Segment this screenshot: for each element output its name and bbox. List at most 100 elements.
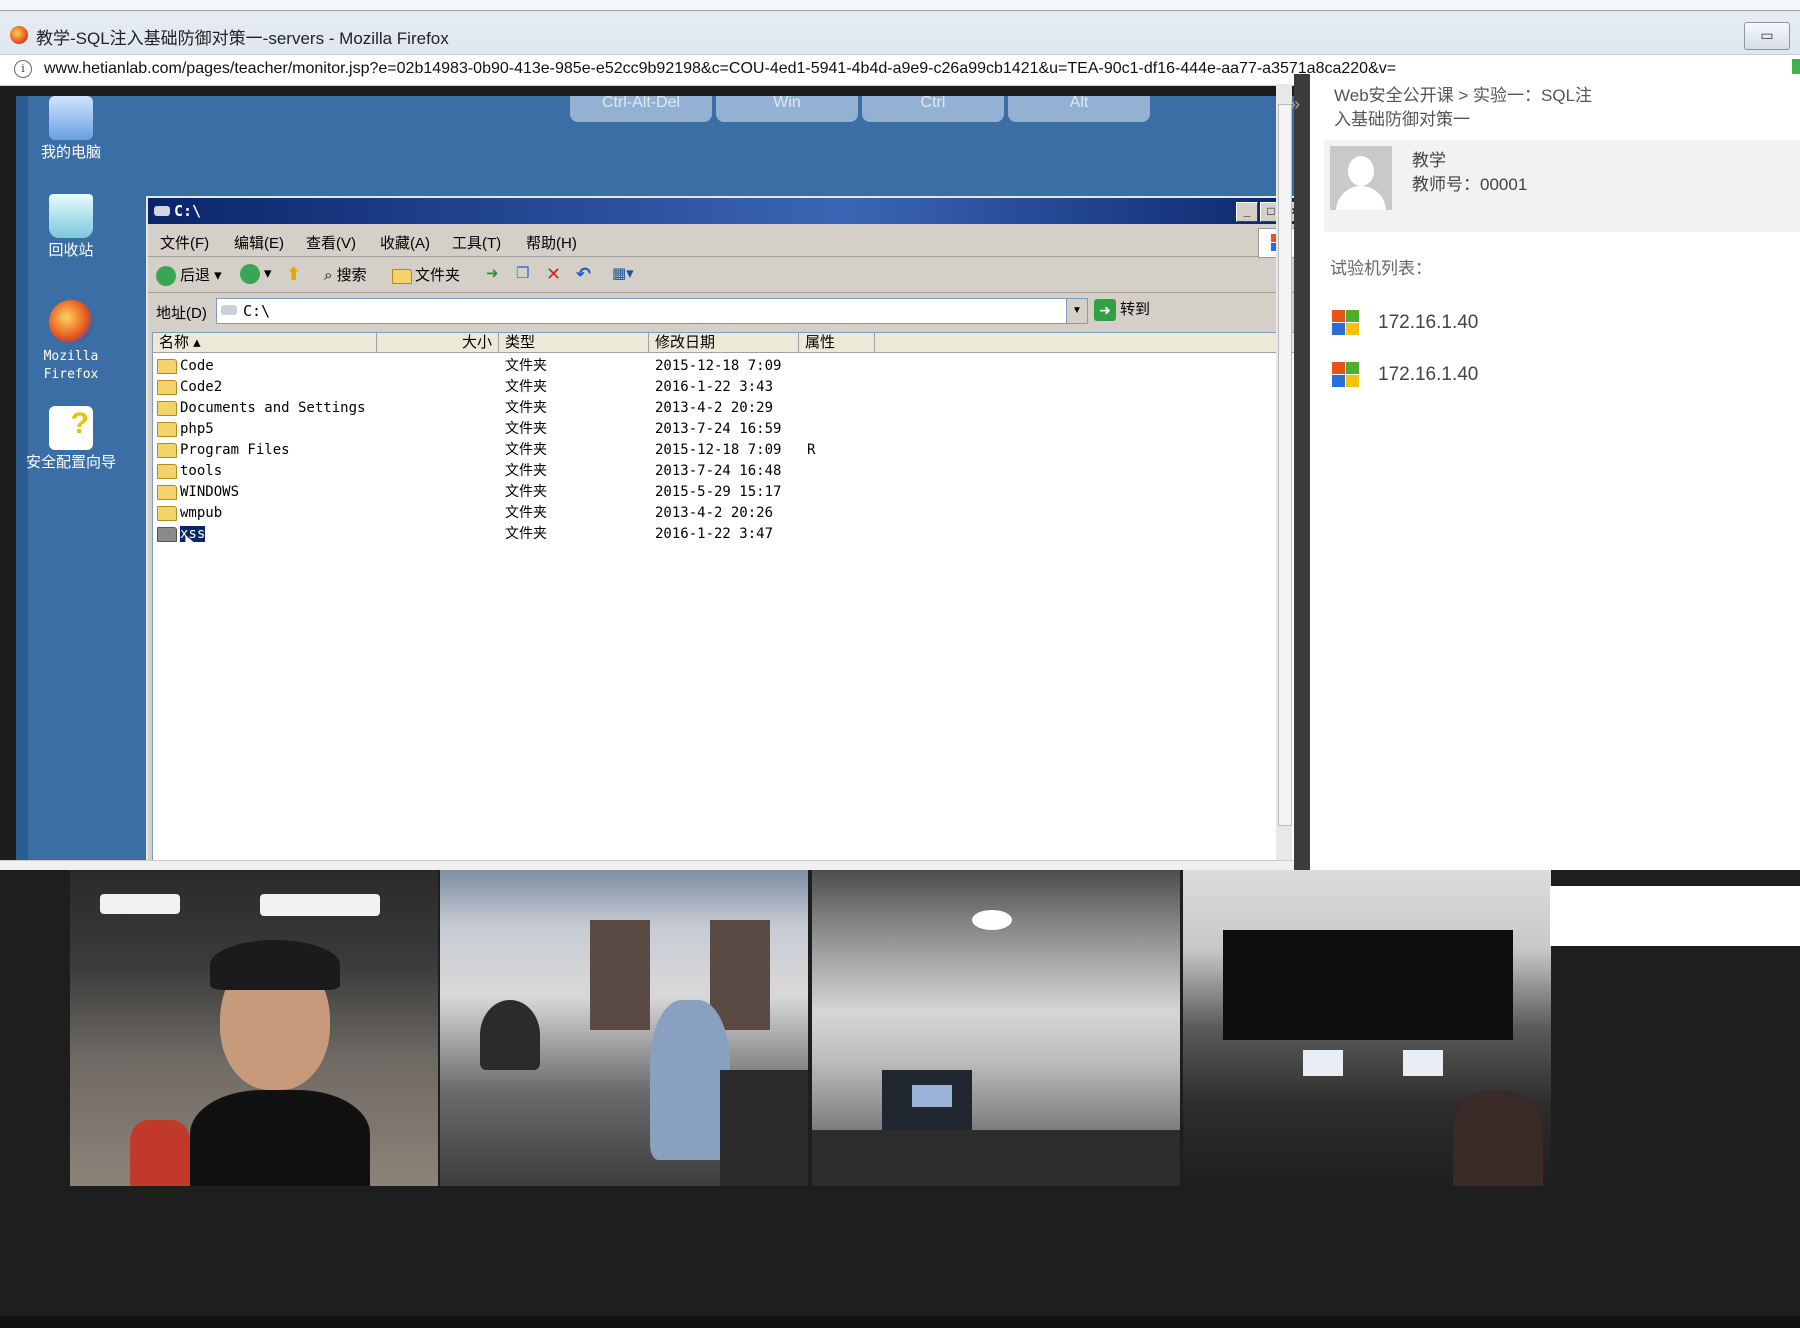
address-bar: 地址(D) C:\ ▼ ➜ 转到 (148, 294, 1310, 328)
table-row[interactable]: wmpub 文件夹 2013-4-2 20:26 (153, 502, 1303, 524)
info-icon[interactable]: i (14, 60, 32, 78)
folders-button[interactable]: 文件夹 (392, 264, 460, 285)
table-row[interactable]: Code2 文件夹 2016-1-22 3:43 (153, 376, 1303, 398)
search-icon: ⌕ (324, 267, 337, 284)
folder-icon (157, 358, 177, 374)
file-type: 文件夹 (505, 484, 547, 500)
address-input[interactable]: C:\ ▼ (216, 298, 1088, 324)
file-date: 2013-4-2 20:26 (655, 505, 774, 521)
ctrl-key-button[interactable]: Ctrl (862, 96, 1004, 122)
folder-icon (157, 421, 177, 437)
vm-item[interactable]: 172.16.1.40 (1330, 308, 1478, 338)
vm-list-title: 试验机列表： (1330, 259, 1432, 278)
copy-to-icon[interactable]: ❐ (516, 264, 529, 282)
forward-arrow-icon (240, 264, 260, 285)
file-date: 2015-12-18 7:09 (655, 358, 782, 374)
column-date[interactable]: 修改日期 (649, 333, 799, 353)
menu-tools[interactable]: 工具(T) (452, 232, 501, 253)
scrollbar-thumb[interactable] (1278, 104, 1292, 826)
desktop-icon-recycle-bin[interactable]: 回收站 (16, 194, 126, 260)
desktop-icon-firefox[interactable]: Mozilla Firefox (16, 300, 126, 384)
firefox-icon (49, 300, 93, 344)
up-folder-icon[interactable]: ⬆ (286, 264, 301, 285)
remote-key-buttons: Ctrl-Alt-Del Win Ctrl Alt (570, 96, 1150, 122)
column-attr[interactable]: 属性 (799, 333, 875, 353)
remote-vertical-scrollbar[interactable] (1276, 84, 1292, 864)
toolbar: 后退 ▾ ▾ ⬆ ⌕ 搜索 文件夹 ➜ ❐ ✕ ↶ ▦▾ (148, 258, 1310, 293)
url-text[interactable]: www.hetianlab.com/pages/teacher/monitor.… (44, 60, 1396, 78)
video-feed-classroom-3[interactable] (1183, 870, 1551, 1186)
delete-icon[interactable]: ✕ (546, 264, 561, 285)
file-name: php5 (180, 421, 214, 437)
drive-icon (154, 206, 170, 216)
file-name: wmpub (180, 505, 223, 521)
explorer-titlebar[interactable]: C:\ _ □ × (148, 198, 1310, 224)
file-type: 文件夹 (505, 400, 547, 416)
file-type: 文件夹 (505, 505, 547, 521)
restore-button[interactable]: ▭ (1744, 22, 1790, 50)
bottom-bar (0, 1316, 1800, 1328)
goto-button[interactable]: ➜ 转到 (1094, 298, 1150, 322)
menu-view[interactable]: 查看(V) (306, 232, 356, 253)
collapse-arrow-icon[interactable]: » (1290, 94, 1300, 115)
security-wizard-icon: ? (49, 406, 93, 450)
folder-icon (157, 484, 177, 500)
alt-key-button[interactable]: Alt (1008, 96, 1150, 122)
forward-button[interactable]: ▾ (240, 264, 272, 285)
file-name: Program Files (180, 442, 290, 458)
column-type[interactable]: 类型 (499, 333, 649, 353)
file-type: 文件夹 (505, 463, 547, 479)
sidebar-divider[interactable] (1294, 74, 1310, 870)
firefox-logo-icon (10, 26, 28, 44)
back-button[interactable]: 后退 ▾ (156, 264, 222, 287)
file-name: Code (180, 358, 214, 374)
table-row[interactable]: Code 文件夹 2015-12-18 7:09 (153, 355, 1303, 377)
video-feed-classroom-1[interactable] (440, 870, 808, 1186)
table-row[interactable]: php5 文件夹 2013-7-24 16:59 (153, 418, 1303, 440)
ctrl-alt-del-button[interactable]: Ctrl-Alt-Del (570, 96, 712, 122)
column-size[interactable]: 大小 (377, 333, 499, 353)
table-row[interactable]: Documents and Settings 文件夹 2013-4-2 20:2… (153, 397, 1303, 419)
menu-edit[interactable]: 编辑(E) (234, 232, 284, 253)
file-attr: R (807, 442, 816, 458)
menu-file[interactable]: 文件(F) (160, 232, 209, 253)
win-key-button[interactable]: Win (716, 96, 858, 122)
file-date: 2016-1-22 3:43 (655, 379, 774, 395)
views-icon[interactable]: ▦▾ (612, 264, 634, 282)
table-row[interactable]: WINDOWS 文件夹 2015-5-29 15:17 (153, 481, 1303, 503)
video-strip (0, 870, 1800, 1328)
video-feed-classroom-2[interactable] (812, 870, 1180, 1186)
folder-icon (157, 463, 177, 479)
move-to-icon[interactable]: ➜ (486, 264, 499, 282)
column-name[interactable]: 名称 ▴ (153, 333, 377, 353)
address-label: 地址(D) (156, 305, 207, 322)
file-date: 2013-7-24 16:48 (655, 463, 782, 479)
undo-icon[interactable]: ↶ (576, 264, 591, 285)
file-date: 2015-12-18 7:09 (655, 442, 782, 458)
folder-icon (392, 268, 412, 284)
video-strip-filler (1550, 886, 1800, 946)
file-type: 文件夹 (505, 358, 547, 374)
recycle-bin-icon (49, 194, 93, 238)
vm-item[interactable]: 172.16.1.40 (1330, 360, 1478, 390)
address-dropdown-button[interactable]: ▼ (1066, 299, 1087, 323)
file-name: tools (180, 463, 223, 479)
minimize-button[interactable]: _ (1236, 202, 1258, 222)
table-row[interactable]: Program Files 文件夹 2015-12-18 7:09 R (153, 439, 1303, 461)
menu-bar: 文件(F) 编辑(E) 查看(V) 收藏(A) 工具(T) 帮助(H) (148, 226, 1310, 258)
desktop-icon-security-wizard[interactable]: ? 安全配置向导 (16, 406, 126, 472)
search-button[interactable]: ⌕ 搜索 (324, 264, 367, 285)
table-row-selected[interactable]: xss 文件夹 2016-1-22 3:47 (153, 523, 1303, 545)
folder-icon (157, 400, 177, 416)
table-row[interactable]: tools 文件夹 2013-7-24 16:48 (153, 460, 1303, 482)
file-name: WINDOWS (180, 484, 240, 500)
sidebar: Web安全公开课 > 实验一：SQL注入基础防御对策一 教学 教师号：00001… (1310, 74, 1800, 870)
explorer-title: C:\ (174, 202, 202, 220)
window-title: 教学-SQL注入基础防御对策一-servers - Mozilla Firefo… (36, 29, 449, 48)
breadcrumb[interactable]: Web安全公开课 > 实验一：SQL注入基础防御对策一 (1334, 84, 1594, 132)
desktop-icon-my-computer[interactable]: 我的电脑 (16, 96, 126, 162)
video-feed-teacher[interactable] (70, 870, 438, 1186)
file-date: 2013-4-2 20:29 (655, 400, 774, 416)
menu-favorites[interactable]: 收藏(A) (380, 232, 430, 253)
menu-help[interactable]: 帮助(H) (526, 232, 577, 253)
